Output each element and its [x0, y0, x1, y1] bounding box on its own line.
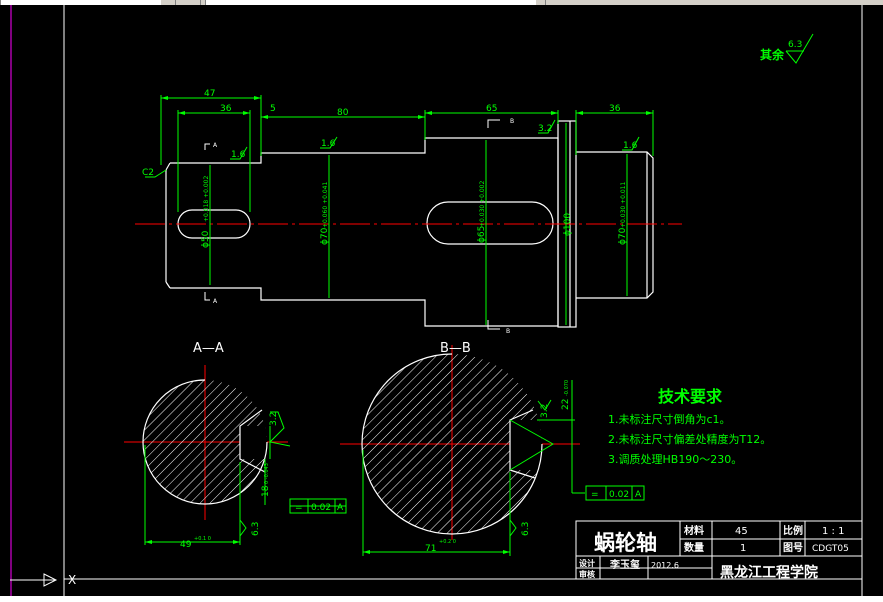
section-aa-roughness: 3.2: [269, 412, 279, 426]
section-aa-width: 49: [180, 540, 192, 550]
dim-65: 65: [486, 104, 497, 114]
roughness-1-6-c: 1.6: [623, 141, 638, 151]
section-mark-b-top: B: [510, 118, 514, 125]
section-aa-datum: A: [337, 503, 344, 513]
section-bb-width-tol: +0.2 0: [439, 539, 456, 545]
drawing-canvas[interactable]: 其余 6.3 47 36 5 80 65 36 1.6 1.6 3.2 1.6 …: [0, 5, 883, 596]
diameter-100: ϕ100: [563, 213, 573, 236]
ucs-icon: X: [10, 573, 76, 587]
dim-80: 80: [337, 108, 349, 118]
section-bb-tol-value: 0.02: [609, 490, 629, 500]
ucs-x-label: X: [68, 573, 76, 587]
section-bb-tol-symbol: =: [591, 490, 599, 500]
section-mark-a-top: A: [213, 142, 218, 149]
section-aa-tol-value: 0.02: [311, 503, 331, 513]
material-label: 材料: [684, 524, 704, 537]
section-aa-tol-symbol: =: [295, 503, 303, 513]
section-bb-key: 22: [561, 399, 571, 410]
designer-name: 李玉玺: [609, 558, 640, 571]
diameter-70a: ϕ70: [320, 227, 330, 245]
designer-label: 设计: [579, 558, 595, 568]
section-bb-key-tol: -0.070: [564, 380, 570, 396]
quantity-label: 数量: [684, 541, 704, 554]
dim-36b: 36: [609, 104, 621, 114]
material-value: 45: [735, 526, 748, 537]
diameter-65-tol: +0.030 +0.002: [479, 181, 486, 227]
section-mark-b-bottom: B: [506, 328, 510, 335]
section-marker-labels: A A B B: [213, 118, 514, 335]
roughness-1-6-a: 1.6: [231, 150, 246, 160]
quantity-value: 1: [740, 543, 746, 554]
design-date: 2012.6: [651, 561, 679, 570]
section-bb-width: 71: [425, 544, 436, 554]
diameter-70a-tol: +0.060 +0.041: [322, 182, 329, 228]
drawing-no-label: 图号: [783, 542, 803, 554]
command-line[interactable]: [0, 596, 883, 602]
school-name: 黑龙江工程学院: [720, 564, 818, 581]
part-name: 蜗轮轴: [594, 531, 657, 555]
surface-finish-other: 其余 6.3: [760, 33, 814, 64]
section-aa-depth-tol: 0 -0.043: [264, 463, 270, 484]
section-bb-datum: A: [635, 490, 642, 500]
section-bb: B—B 71 +0.2 0 22 -0.070 3.2 6.3 = 0.02 A: [361, 341, 645, 556]
tech-requirement-item: 2.未标注尺寸偏差处精度为T12。: [608, 432, 771, 446]
diameter-70b-tol: +0.030 +0.011: [620, 182, 627, 228]
section-bb-roughness2: 6.3: [521, 522, 531, 536]
section-mark-a-bottom: A: [213, 298, 218, 305]
tech-requirement-item: 1.未标注尺寸倒角为c1。: [608, 412, 731, 426]
title-block: 蜗轮轴 材料 数量 比例 图号 设计 审核 李玉玺 45 1 1 : 1 CDG…: [575, 520, 863, 581]
section-aa-width-tol: +0.1 0: [194, 536, 211, 542]
technical-requirements: 技术要求 1.未标注尺寸倒角为c1。 2.未标注尺寸偏差处精度为T12。 3.调…: [608, 387, 771, 466]
section-aa-roughness2: 6.3: [251, 522, 261, 536]
dimension-arrows: [161, 96, 653, 119]
section-aa-depth: 18: [261, 485, 271, 497]
surface-finish-label: 其余: [760, 47, 785, 62]
section-aa-title: A—A: [193, 341, 224, 356]
diameter-65: ϕ65: [477, 226, 487, 243]
tech-requirement-item: 3.调质处理HB190～230。: [608, 453, 742, 466]
review-label: 审核: [579, 569, 595, 579]
dim-5: 5: [270, 104, 276, 114]
roughness-3-2: 3.2: [538, 124, 552, 134]
scale-label: 比例: [783, 524, 803, 537]
diameter-70b: ϕ70: [618, 227, 628, 245]
scale-value: 1 : 1: [822, 526, 844, 537]
dim-47: 47: [204, 89, 215, 99]
roughness-1-6-b: 1.6: [321, 139, 336, 149]
tech-requirements-title: 技术要求: [658, 387, 723, 406]
diameter-50-tol: +0.018 +0.002: [203, 176, 210, 222]
section-aa: A—A 49 +0.1 0 18 0 -0.043 3.2 6.3 = 0.02…: [142, 341, 347, 550]
section-bb-roughness: 3.2: [540, 404, 550, 418]
chamfer-label: C2: [142, 168, 154, 178]
surface-finish-value: 6.3: [788, 40, 802, 50]
diameter-50: ϕ50: [201, 230, 211, 248]
drawing-no-value: CDGT05: [812, 544, 849, 554]
dim-36: 36: [220, 104, 232, 114]
